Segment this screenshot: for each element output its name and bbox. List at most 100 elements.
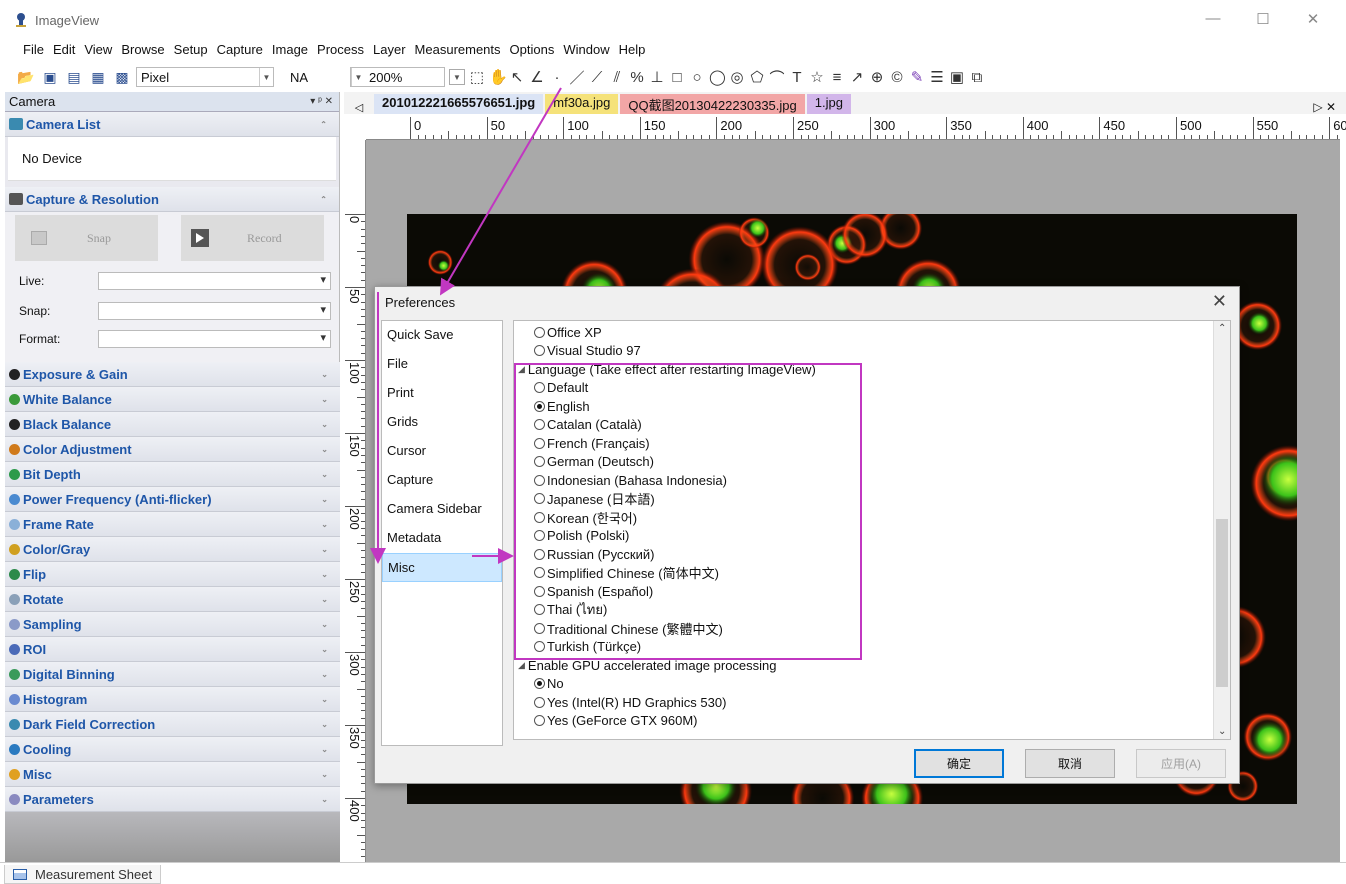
tab-scroll-left-icon[interactable]: ◁	[344, 101, 374, 114]
section-dark-field-correction[interactable]: Dark Field Correction ⌄	[5, 712, 340, 737]
rect-select-icon[interactable]: ⬚	[469, 68, 485, 86]
expand-icon[interactable]: ⌄	[321, 695, 328, 704]
ellipse-icon[interactable]: ○	[689, 69, 705, 86]
camera-list-header[interactable]: Camera List ⌃	[5, 112, 339, 137]
radio-button[interactable]	[534, 326, 545, 338]
gpu-option[interactable]: Yes (GeForce GTX 960M)	[534, 712, 698, 730]
section-power-frequency-anti-flicker[interactable]: Power Frequency (Anti-flicker) ⌄	[5, 487, 340, 512]
pref-nav-cursor[interactable]: Cursor	[382, 437, 502, 466]
menu-capture[interactable]: Capture	[214, 40, 266, 62]
style-option[interactable]: Office XP	[534, 323, 602, 341]
collapse-icon[interactable]: ⌃	[320, 195, 327, 204]
grid-view-icon[interactable]: ▩	[112, 67, 132, 87]
expand-icon[interactable]: ⌄	[321, 545, 328, 554]
section-color-adjustment[interactable]: Color Adjustment ⌄	[5, 437, 340, 462]
doc-tab[interactable]: mf30a.jpg	[545, 94, 619, 114]
scroll-up-icon[interactable]: ⌃	[1218, 323, 1226, 334]
section-sampling[interactable]: Sampling ⌄	[5, 612, 340, 637]
curve-icon[interactable]: ⌒	[769, 67, 785, 88]
polygon-icon[interactable]: ⬠	[749, 68, 765, 86]
record-button[interactable]: Record	[181, 215, 324, 261]
menu-measurements[interactable]: Measurements	[412, 40, 504, 62]
dialog-close-icon[interactable]: ✕	[1212, 291, 1227, 312]
section-digital-binning[interactable]: Digital Binning ⌄	[5, 662, 340, 687]
section-roi[interactable]: ROI ⌄	[5, 637, 340, 662]
section-histogram[interactable]: Histogram ⌄	[5, 687, 340, 712]
dropdown-toggle-icon[interactable]: ▼	[449, 69, 465, 85]
section-white-balance[interactable]: White Balance ⌄	[5, 387, 340, 412]
doc-tab[interactable]: QQ截图20130422230335.jpg	[620, 94, 805, 114]
expand-icon[interactable]: ⌄	[321, 420, 328, 429]
perpendicular-icon[interactable]: ⊥	[649, 68, 665, 86]
expand-icon[interactable]: ⌄	[321, 495, 328, 504]
doc-tab[interactable]: 1.jpg	[806, 94, 851, 114]
unit-select[interactable]: Pixel ▼	[136, 67, 274, 87]
circle-icon[interactable]: ◯	[709, 68, 726, 86]
snap-button[interactable]: Snap	[15, 215, 158, 261]
menu-setup[interactable]: Setup	[171, 40, 211, 62]
cancel-button[interactable]: 取消	[1025, 749, 1115, 778]
expand-icon[interactable]: ⌄	[321, 520, 328, 529]
menu-layer[interactable]: Layer	[370, 40, 409, 62]
expand-icon[interactable]: ⌄	[321, 595, 328, 604]
live-resolution-select[interactable]	[98, 272, 331, 290]
gpu-option[interactable]: Yes (Intel(R) HD Graphics 530)	[534, 693, 726, 711]
section-cooling[interactable]: Cooling ⌄	[5, 737, 340, 762]
pref-nav-print[interactable]: Print	[382, 379, 502, 408]
new-window-icon[interactable]: ⧉	[969, 69, 985, 86]
pref-nav-file[interactable]: File	[382, 350, 502, 379]
radio-button[interactable]	[534, 715, 545, 726]
menu-image[interactable]: Image	[269, 40, 311, 62]
calibration-icon[interactable]: ©	[889, 69, 905, 86]
menu-options[interactable]: Options	[507, 40, 558, 62]
close-button[interactable]: ✕	[1303, 10, 1323, 28]
save-all-icon[interactable]: ▤	[64, 67, 84, 87]
annulus-icon[interactable]: ◎	[729, 68, 745, 86]
polyline-icon[interactable]: ⟋	[589, 69, 605, 86]
tab-controls[interactable]: ▷ ✕	[1313, 100, 1346, 114]
expand-icon[interactable]: ⌄	[321, 620, 328, 629]
radio-button[interactable]	[534, 696, 545, 708]
browse-folder-icon[interactable]: ▦	[88, 67, 108, 87]
scroll-thumb[interactable]	[1216, 519, 1228, 687]
section-parameters[interactable]: Parameters ⌄	[5, 787, 340, 812]
expand-icon[interactable]: ⌄	[321, 770, 328, 779]
angle-icon[interactable]: ∠	[529, 68, 545, 86]
menu-process[interactable]: Process	[314, 40, 367, 62]
section-rotate[interactable]: Rotate ⌄	[5, 587, 340, 612]
pref-nav-misc[interactable]: Misc	[382, 553, 502, 582]
pointer-icon[interactable]: ↖	[509, 68, 525, 86]
maximize-button[interactable]: ☐	[1253, 10, 1273, 28]
pref-nav-quick-save[interactable]: Quick Save	[382, 321, 502, 350]
open-folder-icon[interactable]: 📂	[16, 67, 36, 87]
menu-window[interactable]: Window	[560, 40, 612, 62]
sheet-icon[interactable]: ☰	[929, 68, 945, 86]
apply-button[interactable]: 应用(A)	[1136, 749, 1226, 778]
expand-icon[interactable]: ⌄	[321, 395, 328, 404]
section-frame-rate[interactable]: Frame Rate ⌄	[5, 512, 340, 537]
menu-browse[interactable]: Browse	[118, 40, 167, 62]
star-icon[interactable]: ☆	[809, 68, 825, 86]
menu-edit[interactable]: Edit	[50, 40, 78, 62]
counter-icon[interactable]: ⊕	[869, 68, 885, 86]
expand-icon[interactable]: ⌄	[321, 745, 328, 754]
gpu-option[interactable]: No	[534, 675, 564, 693]
panel-header-buttons[interactable]: ▾ ᵖ ✕	[310, 96, 339, 107]
snap-resolution-select[interactable]	[98, 302, 331, 320]
export-icon[interactable]: ▣	[949, 68, 965, 86]
dot-icon[interactable]: ·	[549, 69, 565, 86]
arrow-icon[interactable]: ↗	[849, 68, 865, 86]
line-icon[interactable]: ／	[569, 67, 585, 88]
format-select[interactable]	[98, 330, 331, 348]
section-bit-depth[interactable]: Bit Depth ⌄	[5, 462, 340, 487]
doc-tab[interactable]: 201012221665576651.jpg	[374, 94, 544, 114]
measurement-sheet-tab[interactable]: Measurement Sheet	[4, 865, 162, 884]
expand-icon[interactable]: ⌄	[321, 445, 328, 454]
minimize-button[interactable]: —	[1203, 10, 1223, 27]
section-exposure-gain[interactable]: Exposure & Gain ⌄	[5, 362, 340, 387]
radio-button[interactable]	[534, 678, 545, 689]
scale-bar-icon[interactable]: ≡	[829, 69, 845, 86]
zoom-select[interactable]: ▼ 200%	[350, 67, 445, 87]
hand-pan-icon[interactable]: ✋	[489, 68, 508, 86]
scroll-down-icon[interactable]: ⌄	[1218, 726, 1226, 737]
